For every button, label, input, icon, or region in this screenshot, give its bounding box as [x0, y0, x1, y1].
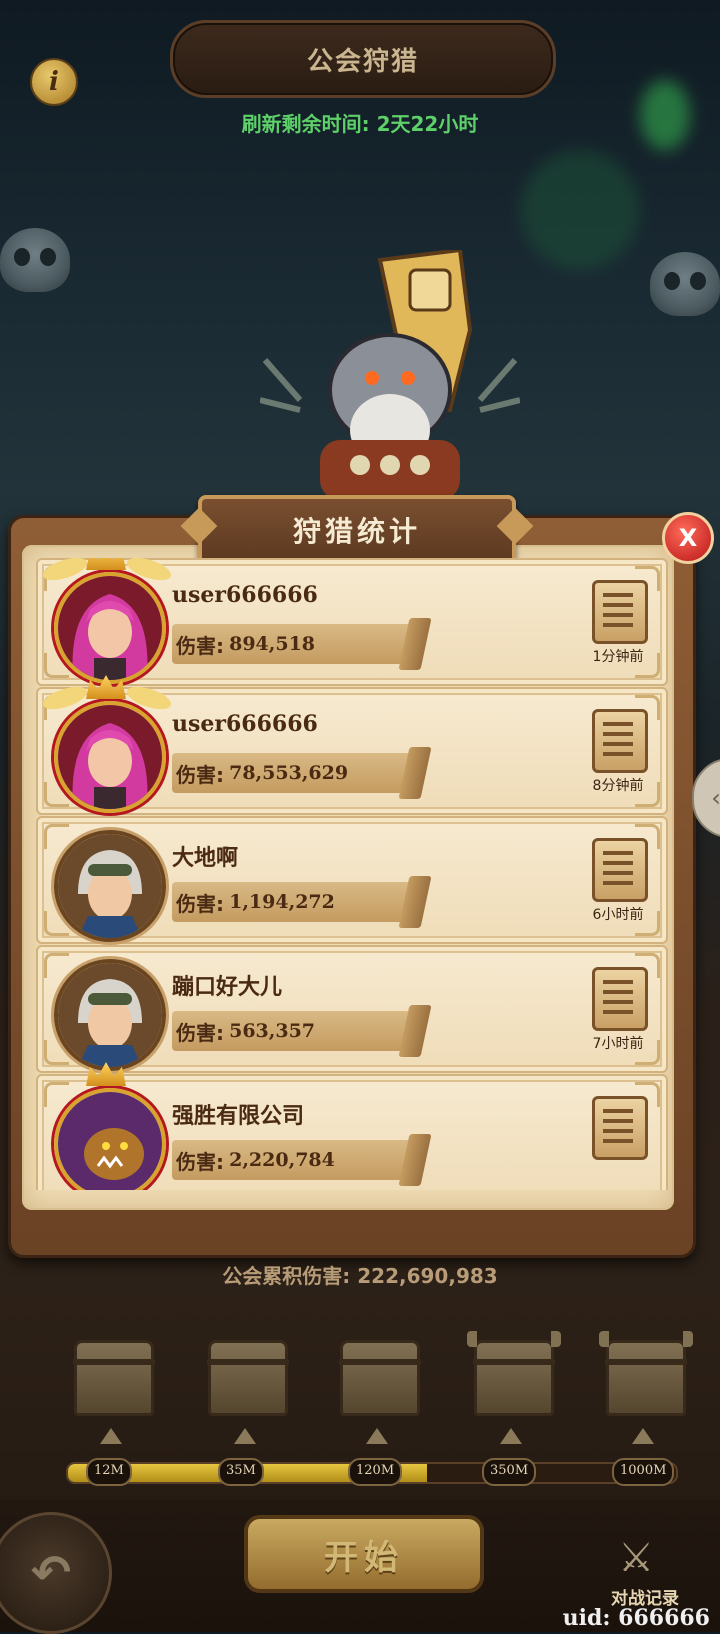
- crossed-swords-icon[interactable]: ⚔: [606, 1528, 666, 1588]
- damage-ribbon: 伤害: 2,220,784: [172, 1140, 412, 1180]
- player-avatar[interactable]: [54, 959, 166, 1071]
- green-mist-decoration: [520, 150, 640, 270]
- back-arrow-icon: ↶: [30, 1545, 72, 1601]
- hunt-record-row: user666666 伤害: 894,518 1分钟前: [36, 558, 668, 686]
- battle-log-scroll-icon[interactable]: [592, 838, 648, 902]
- player-name: 蹦口好大儿: [172, 974, 283, 1000]
- header-title-plate: 公会狩猎: [170, 20, 556, 98]
- player-name: 大地啊: [172, 845, 239, 871]
- arrow-up-icon: [234, 1428, 256, 1444]
- skull-decoration: [0, 228, 70, 292]
- panel-title-banner: 狩猎统计: [198, 495, 516, 565]
- damage-label: 伤害:: [176, 762, 224, 787]
- reward-chest-1000m[interactable]: [599, 1331, 693, 1416]
- reward-chest-350m[interactable]: [467, 1331, 561, 1416]
- boss-monster[interactable]: [260, 250, 520, 500]
- start-button[interactable]: 开始: [244, 1515, 484, 1593]
- record-time: 8分钟前: [592, 778, 644, 794]
- record-time: 6小时前: [592, 907, 644, 923]
- arrow-up-icon: [366, 1428, 388, 1444]
- player-name: user666666: [172, 711, 318, 737]
- hunt-record-row: 蹦口好大儿 伤害: 563,357 7小时前: [36, 945, 668, 1073]
- refresh-timer: 刷新剩余时间: 2天22小时: [241, 112, 479, 136]
- player-avatar[interactable]: [54, 701, 166, 813]
- damage-value: 1,194,272: [229, 891, 335, 913]
- milestone-label: 120M: [348, 1458, 403, 1486]
- panel-title: 狩猎统计: [292, 515, 421, 548]
- player-avatar[interactable]: [54, 572, 166, 684]
- hunt-record-row: 大地啊 伤害: 1,194,272 6小时前: [36, 816, 668, 944]
- pink-hair-heroine-portrait: [58, 576, 162, 680]
- damage-label: 伤害:: [176, 633, 224, 658]
- reward-chest-120m[interactable]: [339, 1340, 421, 1416]
- hunt-record-row: user666666 伤害: 78,553,629 8分钟前: [36, 675, 668, 815]
- battle-log-scroll-icon[interactable]: [592, 580, 648, 644]
- player-name: user666666: [172, 582, 318, 608]
- close-icon: X: [678, 524, 698, 552]
- milestone-label: 35M: [218, 1458, 264, 1486]
- page-title: 公会狩猎: [306, 46, 419, 77]
- milestone-label: 12M: [86, 1458, 132, 1486]
- hunt-record-row: 强胜有限公司 伤害: 2,220,784: [36, 1062, 668, 1190]
- damage-value: 894,518: [229, 633, 316, 655]
- start-button-label: 开始: [324, 1537, 404, 1578]
- damage-ribbon: 伤害: 894,518: [172, 624, 412, 664]
- battle-log-scroll-icon[interactable]: [592, 967, 648, 1031]
- corner-ornament: [44, 824, 69, 849]
- corner-ornament: [44, 953, 69, 978]
- damage-value: 78,553,629: [229, 762, 349, 784]
- orc-monster-portrait: [58, 1092, 162, 1190]
- goggles-engineer-portrait: [58, 963, 162, 1067]
- arrow-up-icon: [500, 1428, 522, 1444]
- player-name: 强胜有限公司: [172, 1103, 305, 1129]
- damage-ribbon: 伤害: 1,194,272: [172, 882, 412, 922]
- player-avatar[interactable]: [54, 1088, 166, 1190]
- arrow-up-icon: [100, 1428, 122, 1444]
- hunt-record-list[interactable]: user666666 伤害: 894,518 1分钟前 user666666 伤…: [34, 558, 670, 1190]
- damage-ribbon: 伤害: 78,553,629: [172, 753, 412, 793]
- battle-log-scroll-icon[interactable]: [592, 1096, 648, 1160]
- crown-icon: [86, 558, 126, 570]
- damage-label: 伤害:: [176, 1020, 224, 1045]
- milestone-label: 1000M: [612, 1458, 675, 1486]
- side-expand-tab[interactable]: ‹: [692, 758, 720, 838]
- skull-decoration: [650, 252, 720, 316]
- pink-hair-heroine-portrait: [58, 705, 162, 809]
- info-icon: i: [49, 67, 59, 97]
- damage-value: 2,220,784: [229, 1149, 335, 1171]
- uid-label: uid: 666666: [562, 1605, 710, 1631]
- close-button[interactable]: X: [662, 512, 714, 564]
- milestone-label: 350M: [482, 1458, 537, 1486]
- arrow-up-icon: [632, 1428, 654, 1444]
- chevron-left-icon: ‹: [711, 784, 720, 812]
- damage-value: 563,357: [229, 1020, 316, 1042]
- corner-ornament: [44, 1082, 69, 1107]
- info-button[interactable]: i: [30, 58, 78, 106]
- damage-label: 伤害:: [176, 891, 224, 916]
- damage-ribbon: 伤害: 563,357: [172, 1011, 412, 1051]
- back-button[interactable]: ↶: [0, 1512, 112, 1634]
- reward-chest-12m[interactable]: [73, 1340, 155, 1416]
- goggles-engineer-portrait: [58, 834, 162, 938]
- player-avatar[interactable]: [54, 830, 166, 942]
- damage-label: 伤害:: [176, 1149, 224, 1174]
- battle-log-scroll-icon[interactable]: [592, 709, 648, 773]
- guild-total-damage: 公会累积伤害: 222,690,983: [222, 1264, 498, 1288]
- record-time: 1分钟前: [592, 649, 644, 665]
- reward-chest-35m[interactable]: [207, 1340, 289, 1416]
- record-time: 7小时前: [592, 1036, 644, 1052]
